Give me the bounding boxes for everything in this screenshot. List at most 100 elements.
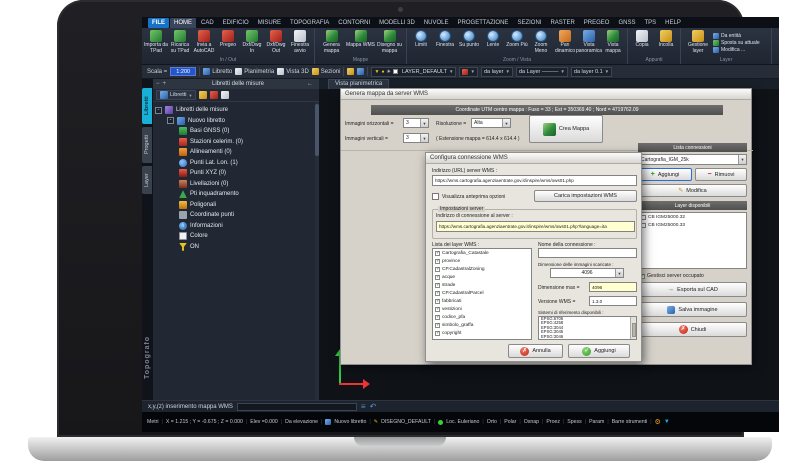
connection-name-input[interactable]: [538, 248, 637, 258]
scale-input[interactable]: 1:200: [170, 67, 197, 76]
tree-allineamenti[interactable]: Allineamenti (0): [155, 147, 319, 158]
menu-misure[interactable]: MISURE: [254, 18, 285, 28]
undo-icon[interactable]: ↶: [370, 402, 377, 411]
menu-contorni[interactable]: CONTORNI: [334, 18, 374, 28]
wms-layer-row[interactable]: CP.CadastralZoning: [433, 265, 531, 273]
menu-home[interactable]: HOME: [170, 17, 196, 28]
checkbox-checked[interactable]: [435, 314, 440, 320]
img-h-combo[interactable]: 3 ▼: [403, 118, 429, 128]
checkbox-checked[interactable]: [435, 330, 440, 336]
sidebar-tab-layer[interactable]: Layer: [142, 166, 152, 194]
folder-open-icon[interactable]: [357, 68, 365, 75]
pin-icon[interactable]: ←: [307, 81, 313, 87]
lineweight-selector[interactable]: da layer 0.1 ▼: [570, 66, 613, 77]
folder-icon[interactable]: [347, 68, 355, 75]
expand-icon[interactable]: +: [163, 81, 167, 87]
libretti-dropdown-button[interactable]: Libretti ▼: [156, 90, 197, 100]
toggle-osnap[interactable]: Osnap: [524, 419, 539, 425]
checkbox-checked[interactable]: [435, 298, 440, 304]
toggle-spess[interactable]: Spess: [567, 419, 581, 425]
menu-modelli3d[interactable]: MODELLI 3D: [375, 18, 419, 28]
wms-layer-row[interactable]: CP.CadastralParcel: [433, 289, 531, 297]
wms-layer-row[interactable]: vestizioni: [433, 305, 531, 313]
save-image-button[interactable]: Salva immagine: [638, 302, 747, 317]
linetype-selector[interactable]: da Layer ——— ▼: [515, 66, 568, 77]
scrollbar-thumb[interactable]: [632, 323, 636, 337]
vista3d-button[interactable]: Vista 3D: [277, 68, 309, 75]
load-settings-button[interactable]: Carica impostazioni WMS: [534, 190, 637, 202]
sezioni-button[interactable]: Sezioni: [311, 68, 340, 75]
tree-root-libretti[interactable]: - Libretti delle misure: [155, 105, 319, 116]
menu-topografia[interactable]: TOPOGRAFIA: [286, 18, 333, 28]
ribbon-su-punto[interactable]: Su punto: [457, 29, 481, 56]
checkbox-checked[interactable]: [435, 322, 440, 328]
menu-raster[interactable]: RASTER: [546, 18, 578, 28]
menu-cad[interactable]: CAD: [197, 18, 218, 28]
available-layers-list[interactable]: CB IGM25000.32 CB IGM25000.33: [638, 212, 747, 269]
command-input[interactable]: [236, 402, 357, 411]
tree-livellazioni[interactable]: Livellazioni (0): [155, 179, 319, 190]
ribbon-lente[interactable]: Lente: [481, 29, 505, 56]
menu-pregeo[interactable]: PREGEO: [580, 18, 614, 28]
toggle-param[interactable]: Param: [589, 419, 604, 425]
active-libretto[interactable]: Nuovo libretto: [334, 419, 366, 425]
tree-punti-xyz[interactable]: Punti XYZ (0): [155, 168, 319, 179]
layer-row[interactable]: CB IGM25000.32: [639, 213, 746, 221]
toggle-polar[interactable]: Polar: [504, 419, 516, 425]
checkbox-checked[interactable]: [435, 306, 440, 312]
da-layer-selector[interactable]: da layer ▼: [480, 66, 513, 77]
res-combo[interactable]: Alta ▼: [471, 118, 511, 128]
max-size-input[interactable]: 4096: [589, 282, 637, 292]
color-selector[interactable]: ▼: [459, 66, 478, 77]
planimetria-button[interactable]: Planimetria: [235, 68, 274, 75]
pins-tool-icon[interactable]: [199, 91, 208, 99]
ribbon-ricarica-tpad[interactable]: Ricarica su TPad: [168, 29, 192, 56]
ribbon-mappa-wms[interactable]: Mappa WMS: [346, 29, 375, 56]
tree-nuovo-libretto[interactable]: - Nuovo libretto: [155, 116, 319, 127]
ribbon-da-entita[interactable]: Da entità: [713, 32, 769, 39]
checkbox-checked[interactable]: [435, 290, 440, 296]
busy-server-option[interactable]: Gestisci server occupato: [638, 272, 704, 280]
ribbon-dxf-in[interactable]: Dxf/Dwg In: [240, 29, 264, 56]
ribbon-zoom-piu[interactable]: Zoom Più: [505, 29, 529, 56]
checkbox-checked[interactable]: [435, 282, 440, 288]
tree-colore[interactable]: Colore: [155, 231, 319, 242]
checkbox-checked[interactable]: [435, 266, 440, 272]
checkbox-checked[interactable]: [435, 258, 440, 264]
scale-tool-icon[interactable]: [221, 91, 230, 99]
menu-nuvole[interactable]: NUVOLE: [420, 18, 453, 28]
wms-layer-row[interactable]: acque: [433, 273, 531, 281]
tree-informazioni[interactable]: i Informazioni: [155, 221, 319, 232]
wms-layer-row[interactable]: Cartografia_Catastale: [433, 249, 531, 257]
edit-connection-button[interactable]: ✎ Modifica: [638, 184, 747, 197]
delete-grid-tool-icon[interactable]: [210, 91, 219, 99]
close-button[interactable]: ✗ Chiudi: [638, 322, 747, 337]
menu-tps[interactable]: TPS: [641, 18, 661, 28]
connection-combo[interactable]: Cartografia_IGM_25k ▼: [638, 154, 747, 165]
ribbon-dxf-out[interactable]: Dxf/Dwg Out: [264, 29, 288, 56]
ribbon-finestra-zoom[interactable]: Finestra: [433, 29, 457, 56]
tree-poligonali[interactable]: Poligonali: [155, 200, 319, 211]
tree-punti-latlon[interactable]: Punti Lat. Lon. (1): [155, 158, 319, 169]
sidebar-tab-progetti[interactable]: Progetti: [142, 127, 152, 163]
ribbon-disegno-mappa[interactable]: Disegno su mappa: [375, 29, 404, 56]
remove-connection-button[interactable]: − Rimuovi: [695, 168, 747, 181]
libretto-button[interactable]: Libretto: [203, 68, 232, 75]
toggle-orto[interactable]: Orto: [487, 419, 497, 425]
ribbon-sposta-attuale[interactable]: Sposta su attuale: [713, 39, 769, 46]
checkbox-checked[interactable]: [435, 274, 440, 280]
layer-row[interactable]: CB IGM25000.33: [639, 221, 746, 229]
tree-pti-inquadramento[interactable]: Pti inquadramento: [155, 189, 319, 200]
ribbon-invia-autocad[interactable]: Invia a AutoCAD: [192, 29, 216, 56]
active-drawing[interactable]: DISEGNO_DEFAULT: [381, 419, 431, 425]
menu-progettazione[interactable]: PROGETTAZIONE: [454, 18, 513, 28]
collapse-box-icon[interactable]: -: [155, 106, 162, 114]
tree-coordinate-punti[interactable]: Coordinate punti: [155, 210, 319, 221]
ribbon-vista-mappa[interactable]: Vista mappa: [601, 29, 625, 56]
image-size-combo[interactable]: 4096 ▼: [550, 268, 624, 278]
collapse-icon[interactable]: −: [156, 81, 160, 87]
export-cad-button[interactable]: → Esporta sul CAD: [638, 282, 747, 297]
wms-layer-row[interactable]: copyright: [433, 329, 531, 337]
ribbon-zoom-meno[interactable]: Zoom Meno: [529, 29, 553, 56]
toggle-proez[interactable]: Proez: [546, 419, 560, 425]
